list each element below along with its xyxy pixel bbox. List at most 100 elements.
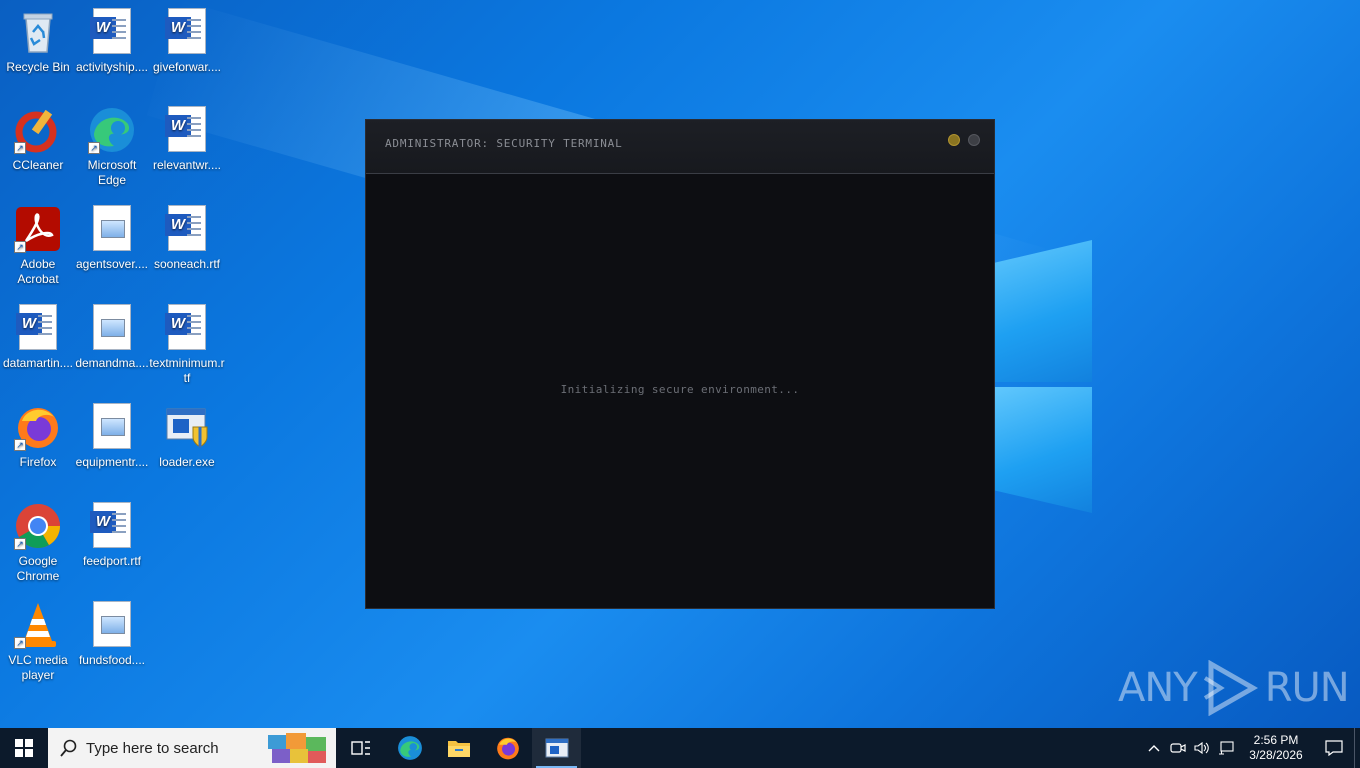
terminal-status-text: Initializing secure environment... <box>560 383 800 396</box>
word-document-icon: W <box>163 8 211 56</box>
desktop-icon-agentsover[interactable]: agentsover.... <box>74 205 150 272</box>
desktop-icon-equipmentr[interactable]: equipmentr.... <box>74 403 150 470</box>
icon-label: Microsoft Edge <box>87 158 137 187</box>
chrome-icon: ↗ <box>14 502 62 550</box>
icon-label: feedport.rtf <box>82 554 142 568</box>
taskbar-edge-button[interactable] <box>385 728 434 768</box>
icon-label: Recycle Bin <box>6 60 70 74</box>
image-file-icon <box>88 403 136 451</box>
desktop-icon-microsoft-edge[interactable]: ↗ Microsoft Edge <box>74 106 150 188</box>
clock-time: 2:56 PM <box>1253 733 1299 747</box>
icon-label: Google Chrome <box>16 554 60 583</box>
desktop-icon-sooneach[interactable]: W sooneach.rtf <box>149 205 225 272</box>
taskbar-file-explorer-button[interactable] <box>434 728 483 768</box>
desktop-icon-adobe-acrobat[interactable]: ↗ Adobe Acrobat <box>0 205 76 287</box>
terminal-body: Initializing secure environment... <box>366 174 994 608</box>
word-document-icon: W <box>163 106 211 154</box>
search-icon <box>60 739 77 757</box>
watermark-run: RUN <box>1264 665 1350 711</box>
word-document-icon: W <box>88 8 136 56</box>
task-view-button[interactable] <box>336 728 385 768</box>
desktop-icon-fundsfood[interactable]: fundsfood.... <box>74 601 150 668</box>
terminal-close-dot[interactable] <box>968 134 980 146</box>
terminal-title-bar[interactable]: ADMINISTRATOR: SECURITY TERMINAL <box>366 120 994 174</box>
camera-icon <box>1170 743 1186 753</box>
meet-now-button[interactable] <box>1166 728 1190 768</box>
acrobat-icon: ↗ <box>14 205 62 253</box>
firefox-icon: ↗ <box>14 403 62 451</box>
terminal-title: ADMINISTRATOR: SECURITY TERMINAL <box>385 137 623 150</box>
taskbar-loader-button[interactable] <box>532 728 581 768</box>
desktop-icon-feedport[interactable]: W feedport.rtf <box>74 502 150 569</box>
icon-label: VLC media player <box>8 653 68 682</box>
task-view-icon <box>350 741 370 755</box>
firefox-icon <box>496 737 519 760</box>
network-icon <box>1219 741 1234 755</box>
icon-label: equipmentr.... <box>75 455 149 469</box>
action-center-button[interactable] <box>1314 728 1354 768</box>
ccleaner-icon: ↗ <box>14 106 62 154</box>
desktop-icon-giveforwar[interactable]: W giveforwar.... <box>149 8 225 75</box>
system-tray: 2:56 PM 3/28/2026 <box>1142 728 1360 768</box>
icon-label: sooneach.rtf <box>153 257 221 271</box>
windows-start-icon <box>15 739 33 757</box>
icon-label: Firefox <box>19 455 57 469</box>
icon-label: relevantwr.... <box>152 158 222 172</box>
clock-date: 3/28/2026 <box>1249 748 1303 762</box>
word-document-icon: W <box>88 502 136 550</box>
chevron-up-icon <box>1148 745 1160 752</box>
icon-label: demandma.... <box>75 356 149 370</box>
watermark-play-icon <box>1203 660 1258 716</box>
word-document-icon: W <box>163 304 211 352</box>
edge-icon: ↗ <box>88 106 136 154</box>
network-button[interactable] <box>1214 728 1238 768</box>
desktop-icon-relevantwr[interactable]: W relevantwr.... <box>149 106 225 173</box>
desktop-icon-google-chrome[interactable]: ↗ Google Chrome <box>0 502 76 584</box>
speaker-icon <box>1194 741 1209 755</box>
desktop-icon-vlc[interactable]: ↗ VLC media player <box>0 601 76 683</box>
image-file-icon <box>88 304 136 352</box>
icon-label: agentsover.... <box>75 257 149 271</box>
image-file-icon <box>88 205 136 253</box>
show-desktop-button[interactable] <box>1354 728 1360 768</box>
desktop-icon-ccleaner[interactable]: ↗ CCleaner <box>0 106 76 173</box>
desktop-icon-demandma[interactable]: demandma.... <box>74 304 150 371</box>
word-document-icon: W <box>14 304 62 352</box>
notification-icon <box>1325 740 1343 756</box>
app-window-icon <box>545 738 568 758</box>
anyrun-watermark: ANY RUN <box>1118 660 1350 716</box>
icon-label: giveforwar.... <box>152 60 222 74</box>
show-hidden-icons-button[interactable] <box>1142 728 1166 768</box>
image-file-icon <box>88 601 136 649</box>
start-button[interactable] <box>0 728 48 768</box>
desktop-icon-datamartin[interactable]: W datamartin.... <box>0 304 76 371</box>
icon-label: fundsfood.... <box>78 653 146 667</box>
icon-label: activityship.... <box>75 60 149 74</box>
watermark-any: ANY <box>1118 665 1198 711</box>
taskbar: Type here to search 2:56 PM 3/28/2026 <box>0 728 1360 768</box>
icon-label: datamartin.... <box>2 356 74 370</box>
icon-label: textminimum.rtf <box>149 356 225 385</box>
desktop-icon-recycle-bin[interactable]: Recycle Bin <box>0 8 76 75</box>
icon-label: Adobe Acrobat <box>17 257 59 286</box>
desktop-icon-activityship[interactable]: W activityship.... <box>74 8 150 75</box>
taskbar-search-box[interactable]: Type here to search <box>48 728 336 768</box>
desktop-icon-textminimum[interactable]: W textminimum.rtf <box>149 304 225 386</box>
folder-icon <box>447 741 470 757</box>
desktop-icon-loader-exe[interactable]: loader.exe <box>149 403 225 470</box>
desktop-icon-firefox[interactable]: ↗ Firefox <box>0 403 76 470</box>
search-highlight-puzzle-icon <box>268 733 326 763</box>
volume-button[interactable] <box>1190 728 1214 768</box>
search-placeholder: Type here to search <box>86 739 219 757</box>
security-terminal-window[interactable]: ADMINISTRATOR: SECURITY TERMINAL Initial… <box>365 119 995 609</box>
taskbar-clock[interactable]: 2:56 PM 3/28/2026 <box>1238 733 1314 763</box>
icon-label: loader.exe <box>159 455 215 469</box>
word-document-icon: W <box>163 205 211 253</box>
terminal-minimize-dot[interactable] <box>948 134 960 146</box>
edge-icon <box>397 736 422 760</box>
vlc-icon: ↗ <box>14 601 62 649</box>
taskbar-firefox-button[interactable] <box>483 728 532 768</box>
recycle-bin-icon <box>14 8 62 56</box>
exe-installer-icon <box>163 403 211 451</box>
icon-label: CCleaner <box>12 158 64 172</box>
